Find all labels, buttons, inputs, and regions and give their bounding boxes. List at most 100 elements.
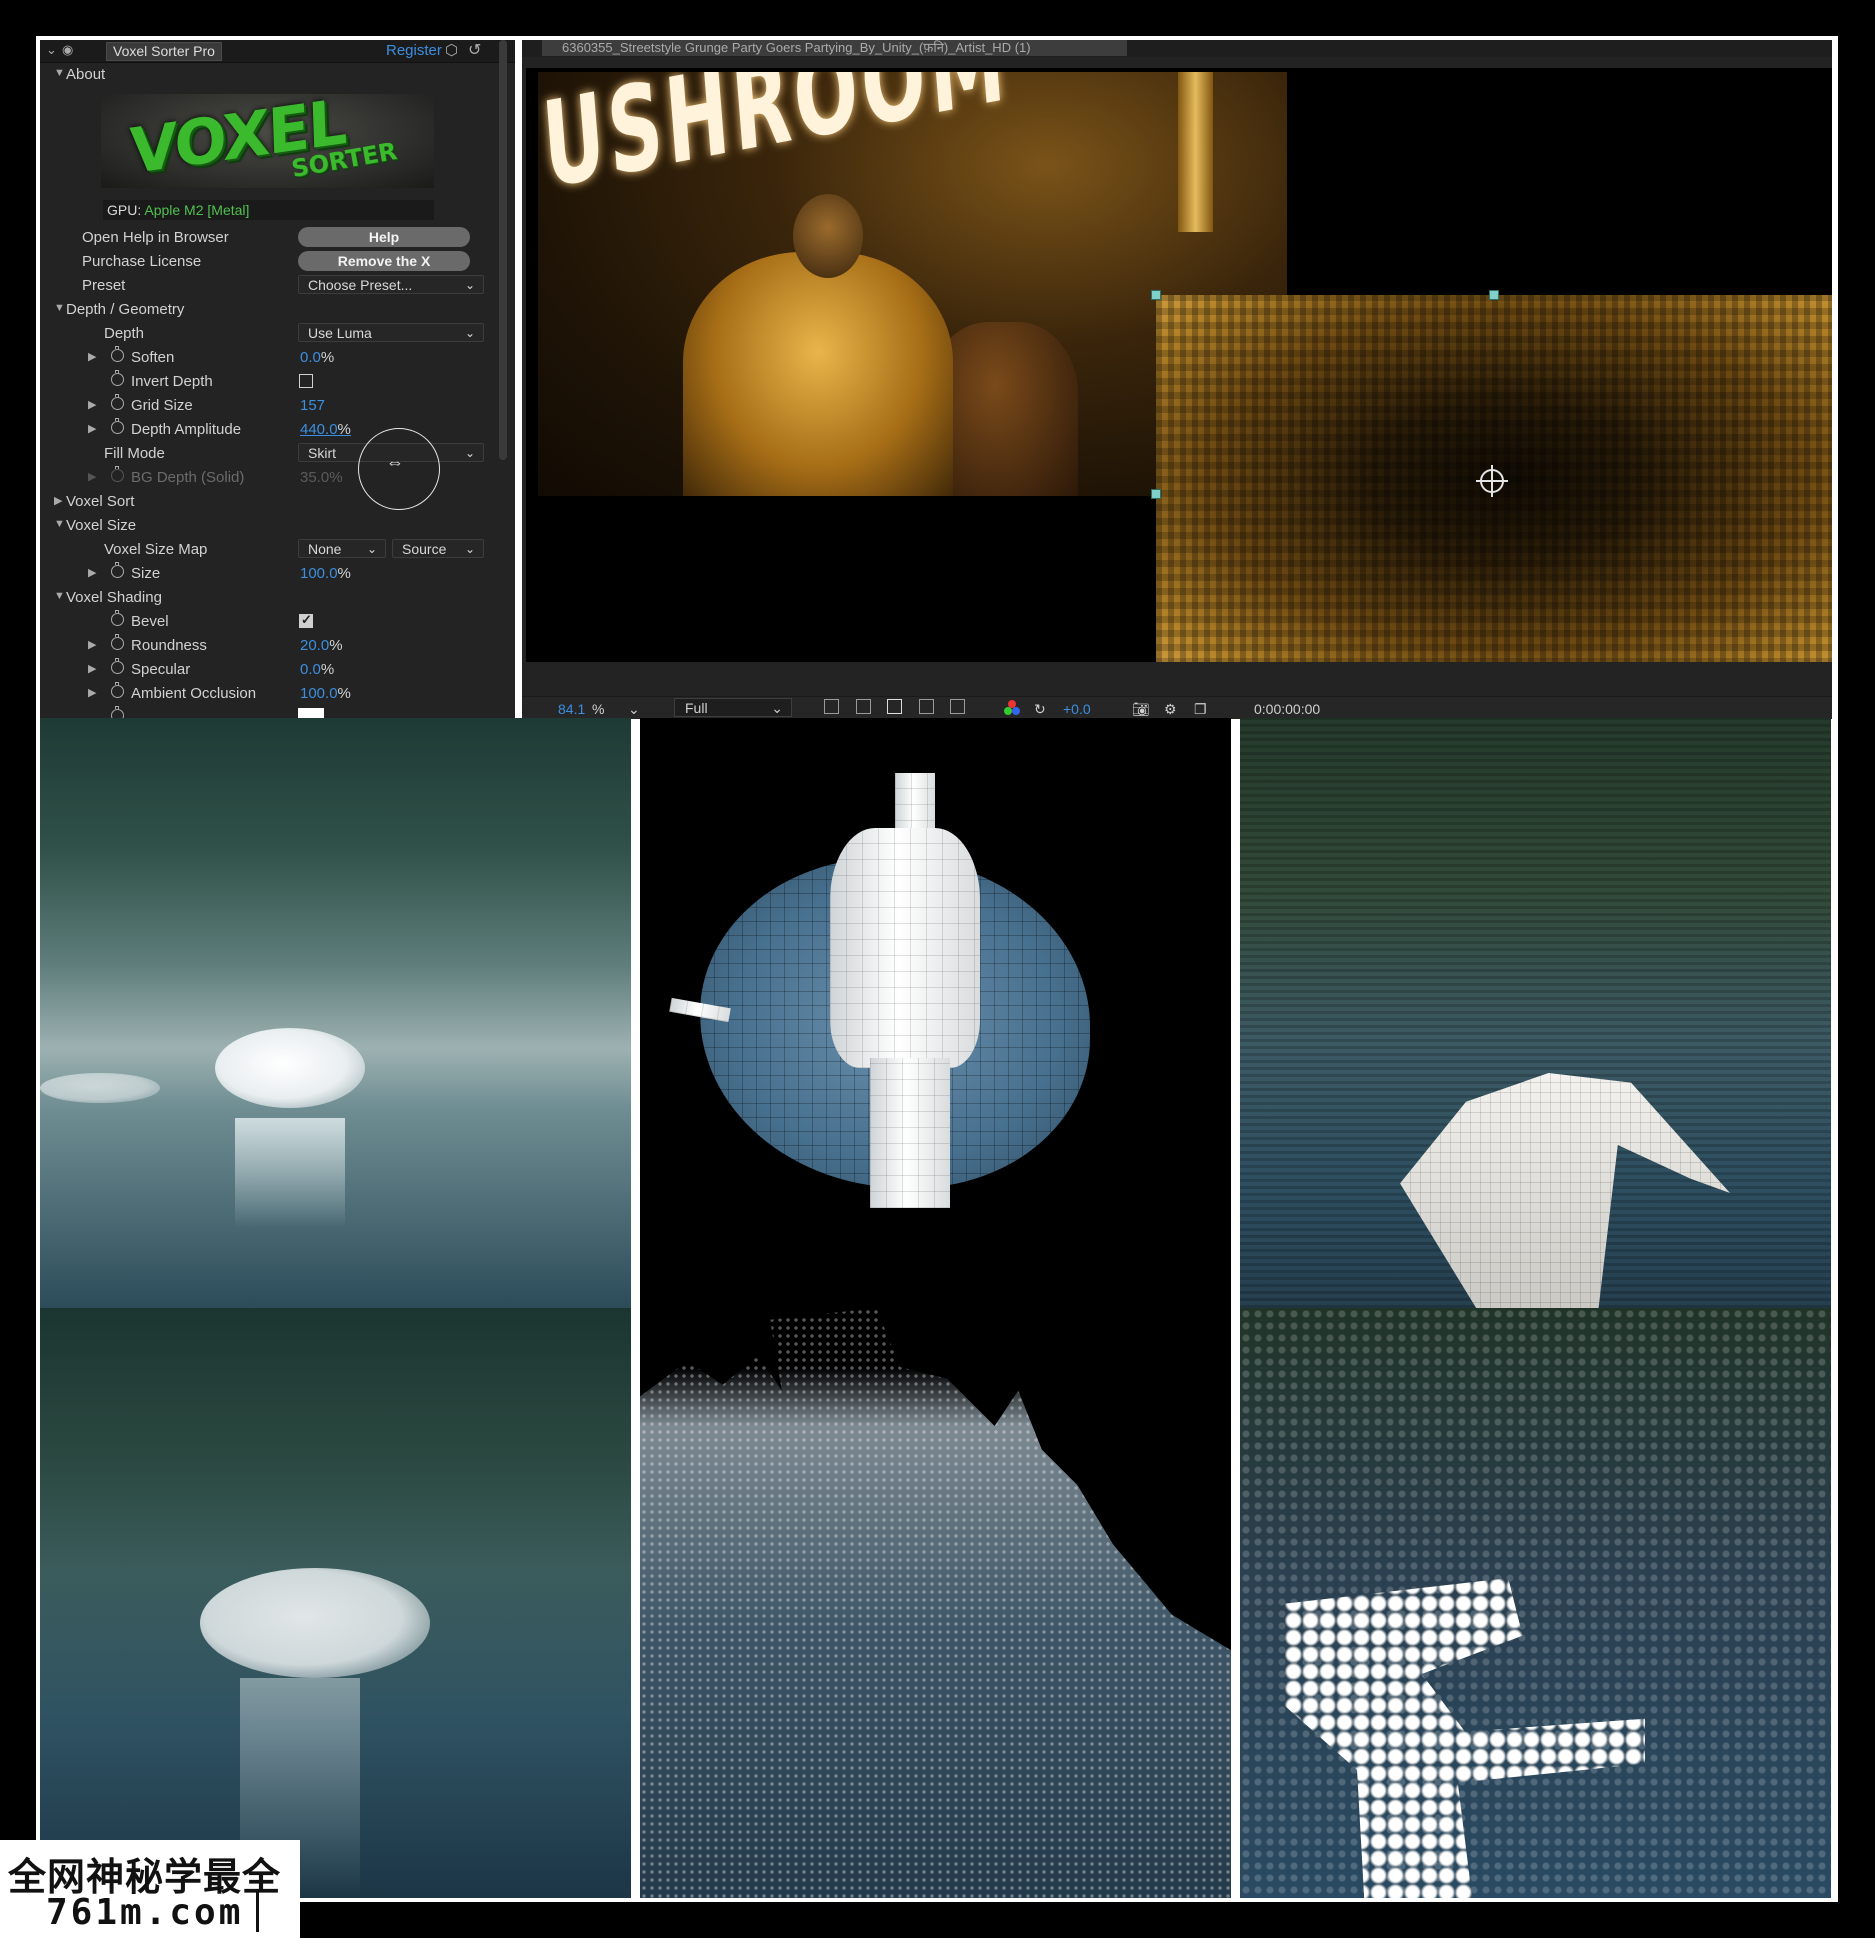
gpu-label: GPU: <box>107 202 142 218</box>
bg-depth-value: 35.0% <box>300 469 343 486</box>
invert-depth-checkbox[interactable] <box>299 374 313 388</box>
ambient-occlusion-label: Ambient Occlusion <box>131 685 257 702</box>
purchase-license-label: Purchase License <box>82 253 202 270</box>
zoom-dropdown-icon[interactable]: ⌄ <box>628 701 640 718</box>
section-depth-geometry[interactable]: ▼ Depth / Geometry <box>40 298 495 322</box>
soften-value[interactable]: 0.0% <box>300 349 334 366</box>
snapshot-icon[interactable]: 📷︎ <box>1132 701 1150 718</box>
water-splash <box>40 1073 160 1103</box>
person-head <box>793 194 863 278</box>
depth-amplitude-value[interactable]: 440.0% <box>300 421 351 438</box>
comp-tab[interactable]: 6360355_Streetstyle Grunge Party Goers P… <box>542 40 1127 56</box>
chevron-right-icon[interactable]: ▶ <box>88 662 96 675</box>
stopwatch-icon[interactable] <box>111 706 124 718</box>
chevron-right-icon[interactable]: ▶ <box>88 350 96 363</box>
voxel-size-source-dropdown[interactable]: Source ⌄ <box>392 539 484 558</box>
effect-name[interactable]: Voxel Sorter Pro <box>106 42 222 61</box>
ambient-occlusion-value[interactable]: 100.0% <box>300 685 351 702</box>
voxel-size-map-label: Voxel Size Map <box>104 541 208 558</box>
guides-icon[interactable] <box>950 699 965 714</box>
voxel-swan-wings <box>1240 718 1831 1308</box>
composition-viewer: 6360355_Streetstyle Grunge Party Goers P… <box>522 40 1832 719</box>
depth-row: Depth Use Luma ⌄ <box>40 322 495 346</box>
remove-x-button[interactable]: Remove the X <box>298 251 470 271</box>
anchor-point-icon[interactable] <box>1476 465 1508 497</box>
chevron-down-icon[interactable]: ▼ <box>54 518 65 530</box>
transparency-grid-icon[interactable] <box>856 699 871 714</box>
panel-header: ⌄ ◉ Voxel Sorter Pro Register ⬡ ↺ <box>40 40 515 63</box>
preset-dropdown[interactable]: Choose Preset... ⌄ <box>298 275 484 294</box>
stopwatch-icon[interactable] <box>111 658 124 674</box>
transform-handle[interactable] <box>1489 290 1499 300</box>
chevron-right-icon[interactable]: ▶ <box>88 566 96 579</box>
output-icon[interactable]: ❐ <box>1194 701 1207 718</box>
zoom-unit: % <box>592 701 605 717</box>
spec-tint-swatch[interactable] <box>298 708 324 718</box>
region-of-interest-icon[interactable] <box>919 699 934 714</box>
collapse-chevron-icon[interactable]: ⌄ <box>46 42 57 58</box>
reset-icon[interactable]: ↺ <box>468 40 481 60</box>
comp-canvas[interactable]: USHROOM <box>526 68 1832 662</box>
stopwatch-icon[interactable] <box>111 682 124 698</box>
size-row: ▶ Size 100.0% <box>40 562 495 586</box>
capsule-swan <box>1285 1578 1645 1898</box>
chevron-down-icon[interactable]: ▼ <box>54 590 65 602</box>
bg-depth-label: BG Depth (Solid) <box>131 469 245 486</box>
voxel-size-map-row: Voxel Size Map None ⌄ Source ⌄ <box>40 538 495 562</box>
cube-icon[interactable]: ⬡ <box>445 41 458 59</box>
zoom-value[interactable]: 84.1 <box>558 701 585 717</box>
soften-label: Soften <box>131 349 175 366</box>
chevron-right-icon[interactable]: ▶ <box>88 422 96 435</box>
chevron-right-icon[interactable]: ▶ <box>88 686 96 699</box>
fill-mode-value: Skirt <box>308 445 336 461</box>
help-button[interactable]: Help <box>298 227 470 247</box>
chevron-right-icon[interactable]: ▶ <box>88 470 96 483</box>
chevron-down-icon[interactable]: ▼ <box>54 67 65 79</box>
show-snapshot-icon[interactable]: ⚙︎ <box>1164 701 1177 718</box>
bevel-label: Bevel <box>131 613 169 630</box>
panel-scrollbar[interactable] <box>499 40 507 460</box>
stopwatch-icon[interactable] <box>111 610 124 626</box>
specular-value[interactable]: 0.0% <box>300 661 334 678</box>
chevron-down-icon: ⌄ <box>771 700 783 716</box>
section-voxel-size[interactable]: ▼ Voxel Size <box>40 514 495 538</box>
resolution-dropdown[interactable]: Full ⌄ <box>674 698 792 717</box>
fast-preview-icon[interactable] <box>824 699 839 714</box>
grid-size-value[interactable]: 157 <box>300 397 325 414</box>
section-voxel-shading[interactable]: ▼ Voxel Shading <box>40 586 495 610</box>
depth-dropdown[interactable]: Use Luma ⌄ <box>298 323 484 342</box>
section-label: Voxel Shading <box>66 589 162 606</box>
stopwatch-icon[interactable] <box>111 562 124 578</box>
stopwatch-icon[interactable] <box>111 418 124 434</box>
mask-path-icon[interactable] <box>887 699 902 714</box>
chevron-down-icon[interactable]: ▼ <box>54 302 65 314</box>
voxel-size-map-dropdown[interactable]: None ⌄ <box>298 539 386 558</box>
stopwatch-icon[interactable] <box>111 346 124 362</box>
transform-handle[interactable] <box>1151 489 1161 499</box>
stopwatch-icon[interactable] <box>111 394 124 410</box>
chevron-right-icon[interactable]: ▶ <box>88 398 96 411</box>
stopwatch-icon[interactable] <box>111 370 124 386</box>
bevel-checkbox[interactable] <box>299 612 313 628</box>
section-label: Depth / Geometry <box>66 301 185 318</box>
watermark: 全网神秘学最全 761m.com <box>0 1840 300 1938</box>
register-link[interactable]: Register <box>386 42 442 59</box>
open-help-label: Open Help in Browser <box>82 229 229 246</box>
chevron-right-icon[interactable]: ▶ <box>88 638 96 651</box>
size-value[interactable]: 100.0% <box>300 565 351 582</box>
visibility-eye-icon[interactable]: ◉ <box>62 42 73 58</box>
exposure-value[interactable]: +0.0 <box>1063 701 1091 717</box>
chevron-right-icon[interactable]: ▶ <box>54 494 62 507</box>
section-about[interactable]: ▼ About <box>40 63 495 87</box>
stopwatch-icon[interactable] <box>111 634 124 650</box>
ambient-occlusion-row: ▶ Ambient Occlusion 100.0% <box>40 682 495 706</box>
chevron-down-icon: ⌄ <box>464 446 475 460</box>
invert-depth-label: Invert Depth <box>131 373 213 390</box>
transform-handle[interactable] <box>1151 290 1161 300</box>
color-channels-icon[interactable] <box>1004 700 1020 716</box>
preset-label: Preset <box>82 277 126 294</box>
roundness-value[interactable]: 20.0% <box>300 637 343 654</box>
reset-exposure-icon[interactable]: ↻ <box>1034 701 1046 718</box>
depth-label: Depth <box>104 325 145 342</box>
timecode[interactable]: 0:00:00:00 <box>1254 701 1320 717</box>
